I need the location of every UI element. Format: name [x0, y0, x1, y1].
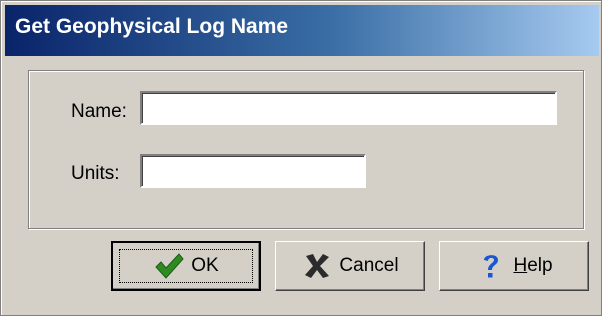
- cancel-label: Cancel: [339, 255, 399, 276]
- question-icon: [475, 250, 507, 282]
- title-bar[interactable]: Get Geophysical Log Name: [5, 5, 599, 56]
- checkmark-icon: [153, 250, 185, 282]
- help-label: Help: [513, 255, 553, 276]
- units-label: Units:: [71, 163, 120, 184]
- name-input[interactable]: [140, 91, 557, 125]
- name-label: Name:: [71, 101, 127, 122]
- dialog-title: Get Geophysical Log Name: [15, 15, 289, 38]
- help-button[interactable]: Help: [439, 241, 589, 291]
- dialog-window: Get Geophysical Log Name Name: Units: OK…: [0, 0, 602, 316]
- ok-button[interactable]: OK: [111, 241, 261, 291]
- cancel-button[interactable]: Cancel: [275, 241, 425, 291]
- units-input[interactable]: [140, 154, 366, 188]
- ok-label: OK: [191, 255, 219, 276]
- x-icon: [301, 250, 333, 282]
- focus-rectangle: [119, 249, 253, 283]
